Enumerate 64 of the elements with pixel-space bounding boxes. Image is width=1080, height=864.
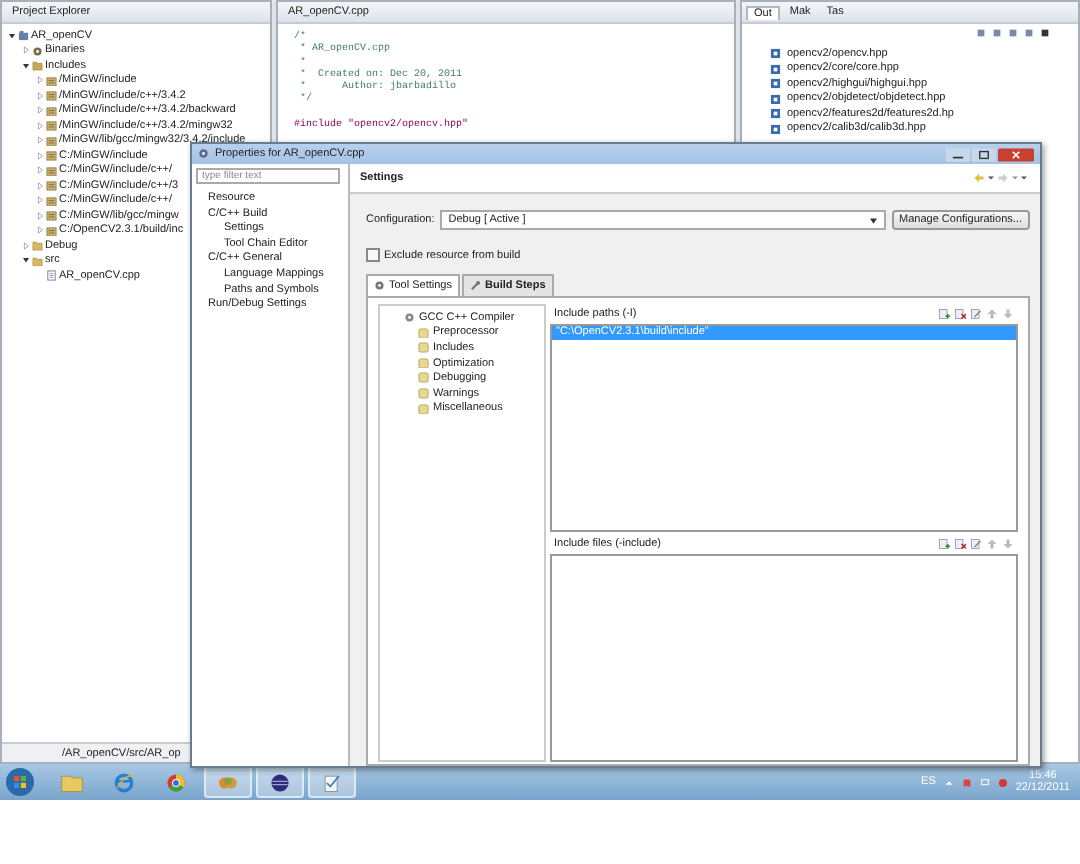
collapsed-arrow-icon[interactable] [36,76,44,85]
checkbox[interactable] [366,248,380,262]
library-icon [46,225,57,236]
collapsed-arrow-icon[interactable] [36,166,44,175]
library-icon [46,120,57,131]
move-up-icon[interactable] [986,308,998,320]
collapsed-arrow-icon[interactable] [36,181,44,190]
collapsed-arrow-icon[interactable] [36,121,44,130]
expanded-arrow-icon[interactable] [22,256,30,265]
collapsed-arrow-icon[interactable] [22,241,30,250]
expanded-arrow-icon[interactable] [22,61,30,70]
collapsed-arrow-icon[interactable] [36,91,44,100]
project-icon [18,30,29,41]
gear-icon [374,280,385,292]
maximize-icon[interactable] [972,147,996,161]
edit-icon[interactable] [970,308,982,320]
collapsed-arrow-icon[interactable] [36,196,44,205]
delete-icon[interactable] [954,538,966,550]
collapsed-arrow-icon[interactable] [36,136,44,145]
library-icon [46,105,57,116]
sphere-icon [268,771,292,793]
library-icon [46,180,57,191]
edit-icon[interactable] [970,538,982,550]
collapsed-arrow-icon[interactable] [36,211,44,220]
gear-icon [404,312,415,324]
folder-icon [32,60,43,71]
include-icon [770,108,781,119]
collapsed-arrow-icon[interactable] [36,106,44,115]
library-icon [46,195,57,206]
checklist-icon [320,771,344,793]
move-up-icon[interactable] [986,538,998,550]
collapsed-arrow-icon[interactable] [36,226,44,235]
library-icon [46,165,57,176]
start-button[interactable] [4,766,36,798]
close-icon[interactable] [998,147,1034,161]
folder-icon [60,771,84,793]
gear-icon [32,45,43,56]
expanded-arrow-icon[interactable] [8,31,16,40]
library-icon [46,75,57,86]
add-icon[interactable] [938,538,950,550]
include-icon [770,93,781,104]
include-icon [770,78,781,89]
include-icon [770,63,781,74]
library-icon [46,150,57,161]
collapsed-arrow-icon[interactable] [22,46,30,55]
include-icon [770,48,781,59]
collapsed-arrow-icon[interactable] [36,151,44,160]
file-icon [46,270,57,281]
include-icon [770,123,781,134]
wrench-icon [470,280,481,292]
library-icon [46,210,57,221]
minimize-icon[interactable] [946,147,970,161]
move-down-icon[interactable] [1002,538,1014,550]
gear-icon [198,148,209,160]
caret-icon[interactable] [870,217,878,223]
taskbar-button[interactable] [256,766,304,798]
letter-e-globe-icon [112,771,136,793]
move-down-icon[interactable] [1002,308,1014,320]
library-icon [46,90,57,101]
delete-icon[interactable] [954,308,966,320]
round-logo-icon [164,771,188,793]
navigation-arrows-icon[interactable] [970,172,1030,184]
add-icon[interactable] [938,308,950,320]
library-icon [46,135,57,146]
